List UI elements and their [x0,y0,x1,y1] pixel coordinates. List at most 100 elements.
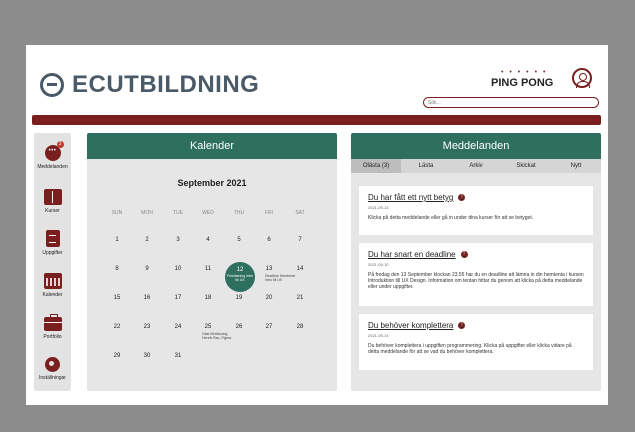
chat-bubble-icon: 3 [44,141,64,161]
alert-icon: ! [458,322,466,329]
weekday-label: SAT [295,210,305,216]
weekday-label: MON [141,210,153,216]
message-card[interactable]: Du har fått ett nytt betyg ! 2021-09-13 … [359,186,593,235]
calendar-day[interactable]: 26 [224,324,254,330]
calendar-day[interactable]: 20 [254,295,284,301]
sidebar-item-label: Kurser [45,208,60,214]
header-divider-bar [32,115,601,125]
calendar-day[interactable]: 9 [132,266,162,272]
message-date: 2021-09-14 [368,333,389,338]
message-text: På fredag den 13 September klockan 23.55… [368,272,584,290]
calendar-day[interactable]: 2 [132,237,162,243]
tab-new[interactable]: Nytt [551,159,601,173]
message-tabs: Olästa (3) Lästa Arkiv Skickat Nytt [351,159,601,173]
message-date: 2021-09-13 [368,205,389,210]
calendar-day[interactable]: 14 [285,266,315,272]
calendar-day[interactable]: 7 [285,237,315,243]
pingpong-logo[interactable]: • • • • • • PING PONG [491,69,553,91]
search-input[interactable] [423,97,599,108]
calendar-day[interactable]: 23 [132,324,162,330]
message-card[interactable]: Du har snart en deadline ! 2021-09-10 På… [359,243,593,306]
pingpong-label: PING PONG [491,77,554,89]
alert-icon: ! [458,194,466,201]
weekday-label: FRI [264,210,274,216]
brand-logo[interactable]: ECUTBILDNING [40,71,259,99]
calendar-day[interactable]: 11 [193,266,223,272]
sidebar: 3 Meddelanden Kurser Uppgifter Kalender … [34,133,71,391]
briefcase-icon [43,314,62,331]
calendar-today[interactable]: 12 Föreläsning Intro till UX [225,262,255,292]
calendar-icon [43,273,62,289]
calendar-day[interactable]: 25 [193,324,223,330]
calendar-day[interactable]: 28 [285,324,315,330]
sidebar-item-label: Uppgifter [42,250,63,256]
tab-archive[interactable]: Arkiv [451,159,501,173]
tab-read[interactable]: Lästa [401,159,451,173]
unread-badge: 3 [56,141,64,148]
calendar-day[interactable]: 21 [285,295,315,301]
today-event: Föreläsning Intro till UX [226,274,254,282]
logo-icon [40,73,64,97]
tab-unread[interactable]: Olästa (3) [351,159,401,173]
sidebar-item-label: Inställningar [39,375,66,381]
gear-icon [45,357,60,372]
sidebar-item-label: Portfolio [43,334,62,340]
sidebar-item-courses[interactable]: Kurser [34,189,71,214]
calendar-day[interactable]: 22 [102,324,132,330]
calendar-day[interactable]: 6 [254,237,284,243]
tab-sent[interactable]: Skickat [501,159,551,173]
calendar-day[interactable]: 31 [163,353,193,359]
message-title-row: Du har snart en deadline ! [368,250,584,259]
calendar-event[interactable]: Deadline Hemtenta Intro till UX [265,274,297,282]
weekday-label: WED [202,210,214,216]
calendar-day[interactable]: 10 [163,266,193,272]
messages-title: Meddelanden [351,133,601,159]
sidebar-item-label: Meddelanden [37,164,68,170]
alert-icon: ! [460,251,468,258]
app-page: ECUTBILDNING • • • • • • PING PONG 3 Med… [26,45,608,405]
calendar-day[interactable]: 4 [193,237,223,243]
sidebar-item-label: Kalender [42,292,63,298]
calendar-day[interactable]: 1 [102,237,132,243]
calendar-day[interactable]: 27 [254,324,284,330]
calendar-day[interactable]: 15 [102,295,132,301]
calendar-day[interactable]: 8 [102,266,132,272]
message-title: Du har snart en deadline [368,250,456,259]
sidebar-item-assignments[interactable]: Uppgifter [34,230,71,256]
message-title-row: Du behöver komplettera ! [368,321,584,330]
message-text: Klicka på detta meddelande eller gå in u… [368,215,534,221]
calendar-day[interactable]: 18 [193,295,223,301]
sidebar-item-calendar[interactable]: Kalender [34,273,71,298]
pingpong-dots: • • • • • • [501,69,548,76]
message-title-row: Du har fått ett nytt betyg ! [368,193,584,202]
message-date: 2021-09-10 [368,262,389,267]
message-card[interactable]: Du behöver komplettera ! 2021-09-14 Du b… [359,314,593,370]
calendar-event[interactable]: Gäst föreläsning Henrik Rau, Figma [202,332,234,340]
calendar-day[interactable]: 24 [163,324,193,330]
document-icon [45,230,60,247]
calendar-day[interactable]: 3 [163,237,193,243]
calendar-day[interactable]: 5 [224,237,254,243]
calendar-day[interactable]: 17 [163,295,193,301]
weekday-label: SUN [111,210,123,216]
message-text: Du behöver komplettera i uppgiften progr… [368,343,572,355]
weekday-label: THU [233,210,245,216]
sidebar-item-settings[interactable]: Inställningar [34,357,71,381]
message-title: Du behöver komplettera [368,321,454,330]
calendar-day[interactable]: 29 [102,353,132,359]
calendar-day[interactable]: 13 [254,266,284,272]
book-icon [43,189,62,205]
calendar-month: September 2021 [177,178,247,188]
today-date: 12 [236,267,244,273]
calendar-day[interactable]: 30 [132,353,162,359]
calendar-title: Kalender [87,133,337,159]
calendar-panel: Kalender September 2021 SUN MON TUE WED … [87,133,337,391]
message-title: Du har fått ett nytt betyg [368,193,454,202]
calendar-day[interactable]: 16 [132,295,162,301]
sidebar-item-portfolio[interactable]: Portfolio [34,314,71,340]
sidebar-item-messages[interactable]: 3 Meddelanden [34,141,71,170]
weekday-label: TUE [173,210,183,216]
calendar-day[interactable]: 19 [224,295,254,301]
messages-panel: Meddelanden Olästa (3) Lästa Arkiv Skick… [351,133,601,391]
profile-icon[interactable] [572,68,592,88]
